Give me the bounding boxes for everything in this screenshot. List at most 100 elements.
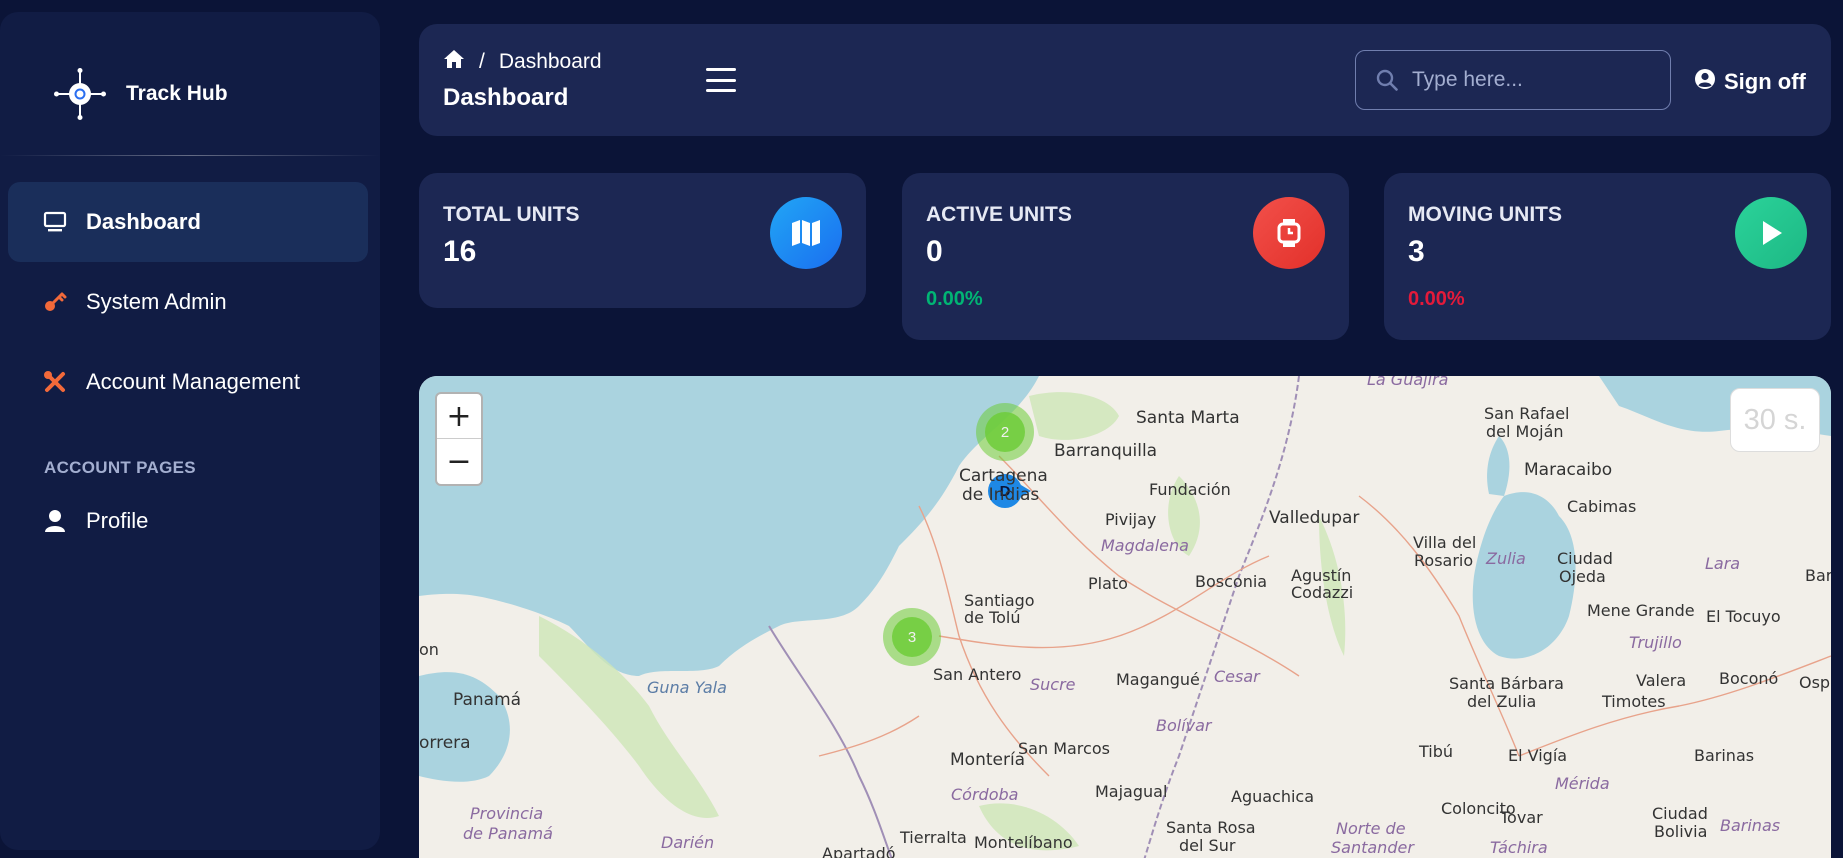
map-label: Bolivia bbox=[1654, 822, 1708, 841]
menu-toggle-icon[interactable] bbox=[706, 68, 736, 92]
key-icon bbox=[42, 289, 68, 315]
map-label: orrera bbox=[419, 733, 471, 753]
search-icon bbox=[1376, 69, 1398, 91]
card-value: 0 bbox=[926, 235, 943, 268]
cluster-count: 3 bbox=[892, 617, 932, 657]
map-label: Plato bbox=[1088, 574, 1128, 593]
sidebar-item-profile[interactable]: Profile bbox=[8, 481, 368, 561]
map-label: Provincia bbox=[470, 804, 544, 823]
map-label: Barinas bbox=[1694, 746, 1755, 765]
map-label: de Indias bbox=[962, 485, 1040, 505]
map-label: Táchira bbox=[1490, 838, 1548, 857]
map-label: Bar bbox=[1805, 566, 1831, 585]
map-label: Sucre bbox=[1030, 675, 1076, 694]
map-view[interactable]: + − 30 s. 2 3 D Santa Marta Barranquilla… bbox=[419, 376, 1831, 858]
monitor-icon bbox=[42, 209, 68, 235]
map-label: Osp bbox=[1799, 673, 1831, 692]
map-label: Lara bbox=[1705, 554, 1741, 573]
map-icon bbox=[770, 197, 842, 269]
map-label: de Tolú bbox=[964, 608, 1021, 627]
map-label: Zulia bbox=[1486, 549, 1526, 568]
map-label: Ciudad bbox=[1652, 804, 1708, 823]
map-label: Santander bbox=[1331, 838, 1414, 857]
card-value: 3 bbox=[1408, 235, 1425, 268]
sidebar-item-label: Profile bbox=[86, 508, 149, 533]
brand-name: Track Hub bbox=[126, 82, 228, 105]
zoom-in-button[interactable]: + bbox=[437, 394, 481, 439]
sidebar-item-label: Dashboard bbox=[86, 209, 201, 234]
marker-cluster[interactable]: 2 bbox=[976, 403, 1034, 461]
search-input[interactable] bbox=[1412, 68, 1652, 92]
map-label: Apartadó bbox=[822, 844, 896, 858]
map-label: Darién bbox=[661, 833, 715, 852]
map-label: Santa Marta bbox=[1136, 408, 1240, 428]
card-title: ACTIVE UNITS bbox=[926, 203, 1072, 226]
map-label: El Vigía bbox=[1508, 746, 1568, 765]
map-label: San Marcos bbox=[1018, 739, 1110, 758]
card-title: TOTAL UNITS bbox=[443, 203, 580, 226]
map-label: Boconó bbox=[1719, 669, 1779, 688]
breadcrumb: / Dashboard bbox=[443, 49, 602, 75]
map-label: del Moján bbox=[1486, 422, 1564, 441]
map-label: del Zulia bbox=[1467, 692, 1537, 711]
stat-card-moving-units: MOVING UNITS 3 0.00% bbox=[1384, 173, 1831, 340]
marker-cluster[interactable]: 3 bbox=[883, 608, 941, 666]
map-label: Bosconia bbox=[1195, 572, 1268, 591]
breadcrumb-current: Dashboard bbox=[498, 50, 602, 73]
map-label: on bbox=[419, 640, 439, 659]
map-label: Mérida bbox=[1555, 774, 1610, 793]
stat-card-total-units: TOTAL UNITS 16 bbox=[419, 173, 866, 308]
map-label: Barranquilla bbox=[1054, 441, 1158, 461]
card-title: MOVING UNITS bbox=[1408, 203, 1563, 226]
top-navbar: / Dashboard Dashboard Sign off bbox=[419, 24, 1831, 136]
sidebar-item-dashboard[interactable]: Dashboard bbox=[8, 182, 368, 262]
map-label: Aguachica bbox=[1231, 787, 1315, 806]
map-label: Norte de bbox=[1336, 819, 1406, 838]
user-circle-icon bbox=[1694, 68, 1716, 96]
map-label: Valera bbox=[1636, 671, 1687, 690]
search-box[interactable] bbox=[1355, 50, 1671, 110]
map-label: Tibú bbox=[1419, 742, 1454, 761]
card-value: 16 bbox=[443, 235, 477, 268]
map-label: Bolívar bbox=[1156, 716, 1212, 735]
home-icon[interactable] bbox=[443, 49, 465, 75]
map-label: Montería bbox=[950, 750, 1026, 770]
user-icon bbox=[42, 508, 68, 534]
card-percentage: 0.00% bbox=[1408, 288, 1465, 310]
sidebar: Track Hub Dashboard System Admin Account… bbox=[0, 12, 380, 850]
map-label: Fundación bbox=[1149, 480, 1231, 499]
map-label: Tierralta bbox=[900, 828, 967, 847]
map-label: Pivijay bbox=[1105, 510, 1157, 529]
map-label: Codazzi bbox=[1291, 583, 1354, 602]
map-label: Córdoba bbox=[951, 785, 1019, 804]
card-percentage: 0.00% bbox=[926, 288, 983, 310]
map-label: Tovar bbox=[1500, 808, 1543, 827]
map-label: Trujillo bbox=[1629, 633, 1682, 652]
map-label: La Guajira bbox=[1367, 376, 1449, 389]
map-label: Guna Yala bbox=[647, 678, 727, 697]
stat-card-active-units: ACTIVE UNITS 0 0.00% bbox=[902, 173, 1349, 340]
tools-icon bbox=[42, 369, 68, 395]
map-label: Magdalena bbox=[1101, 536, 1189, 555]
map-label: de Panamá bbox=[463, 824, 553, 843]
watch-icon bbox=[1253, 197, 1325, 269]
map-label: Valledupar bbox=[1269, 508, 1360, 528]
map-label: Barinas bbox=[1720, 816, 1781, 835]
breadcrumb-separator: / bbox=[479, 50, 485, 73]
sidebar-divider bbox=[0, 155, 380, 156]
sidebar-item-system-admin[interactable]: System Admin bbox=[8, 262, 368, 342]
map-label: Timotes bbox=[1602, 692, 1666, 711]
map-label: San Rafael bbox=[1484, 404, 1570, 423]
section-title-account-pages: ACCOUNT PAGES bbox=[44, 458, 196, 477]
sidebar-item-label: Account Management bbox=[86, 369, 301, 394]
map-label: Maracaibo bbox=[1524, 460, 1613, 480]
sign-off-button[interactable]: Sign off bbox=[1694, 68, 1806, 96]
map-label: San Antero bbox=[933, 665, 1022, 684]
map-label: Santa Rosa bbox=[1166, 818, 1256, 837]
zoom-controls: + − bbox=[435, 392, 483, 486]
zoom-out-button[interactable]: − bbox=[437, 439, 481, 484]
brand[interactable]: Track Hub bbox=[54, 68, 228, 120]
refresh-interval-button[interactable]: 30 s. bbox=[1730, 388, 1820, 452]
sidebar-item-account-management[interactable]: Account Management bbox=[8, 342, 368, 422]
map-label: Rosario bbox=[1414, 551, 1474, 570]
